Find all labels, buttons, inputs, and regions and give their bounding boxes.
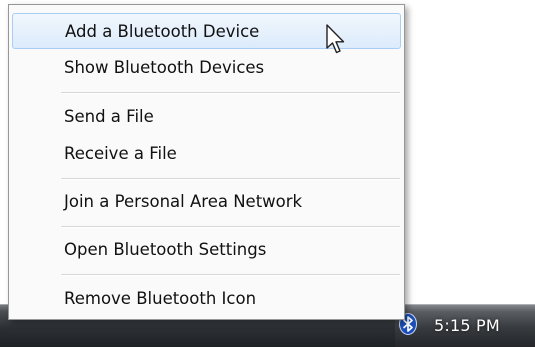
menu-item-label: Join a Personal Area Network [64, 192, 303, 211]
clock[interactable]: 5:15 PM [434, 316, 500, 335]
menu-item-join-personal-area-network[interactable]: Join a Personal Area Network [12, 184, 401, 220]
menu-item-remove-bluetooth-icon[interactable]: Remove Bluetooth Icon [12, 281, 401, 317]
mouse-cursor-icon [325, 23, 349, 57]
menu-item-send-file[interactable]: Send a File [12, 99, 401, 135]
menu-item-open-bluetooth-settings[interactable]: Open Bluetooth Settings [12, 232, 401, 268]
menu-separator [61, 226, 400, 228]
menu-separator [61, 92, 400, 94]
menu-item-label: Open Bluetooth Settings [64, 240, 267, 259]
menu-item-label: Send a File [64, 107, 154, 126]
menu-separator [61, 178, 400, 180]
menu-item-label: Receive a File [64, 144, 177, 163]
menu-separator [61, 274, 400, 276]
screen: 5:15 PM Add a Bluetooth Device Show Blue… [0, 0, 535, 347]
menu-item-label: Add a Bluetooth Device [65, 22, 260, 41]
menu-item-label: Show Bluetooth Devices [64, 58, 265, 77]
menu-item-label: Remove Bluetooth Icon [64, 289, 257, 308]
menu-item-receive-file[interactable]: Receive a File [12, 136, 401, 172]
